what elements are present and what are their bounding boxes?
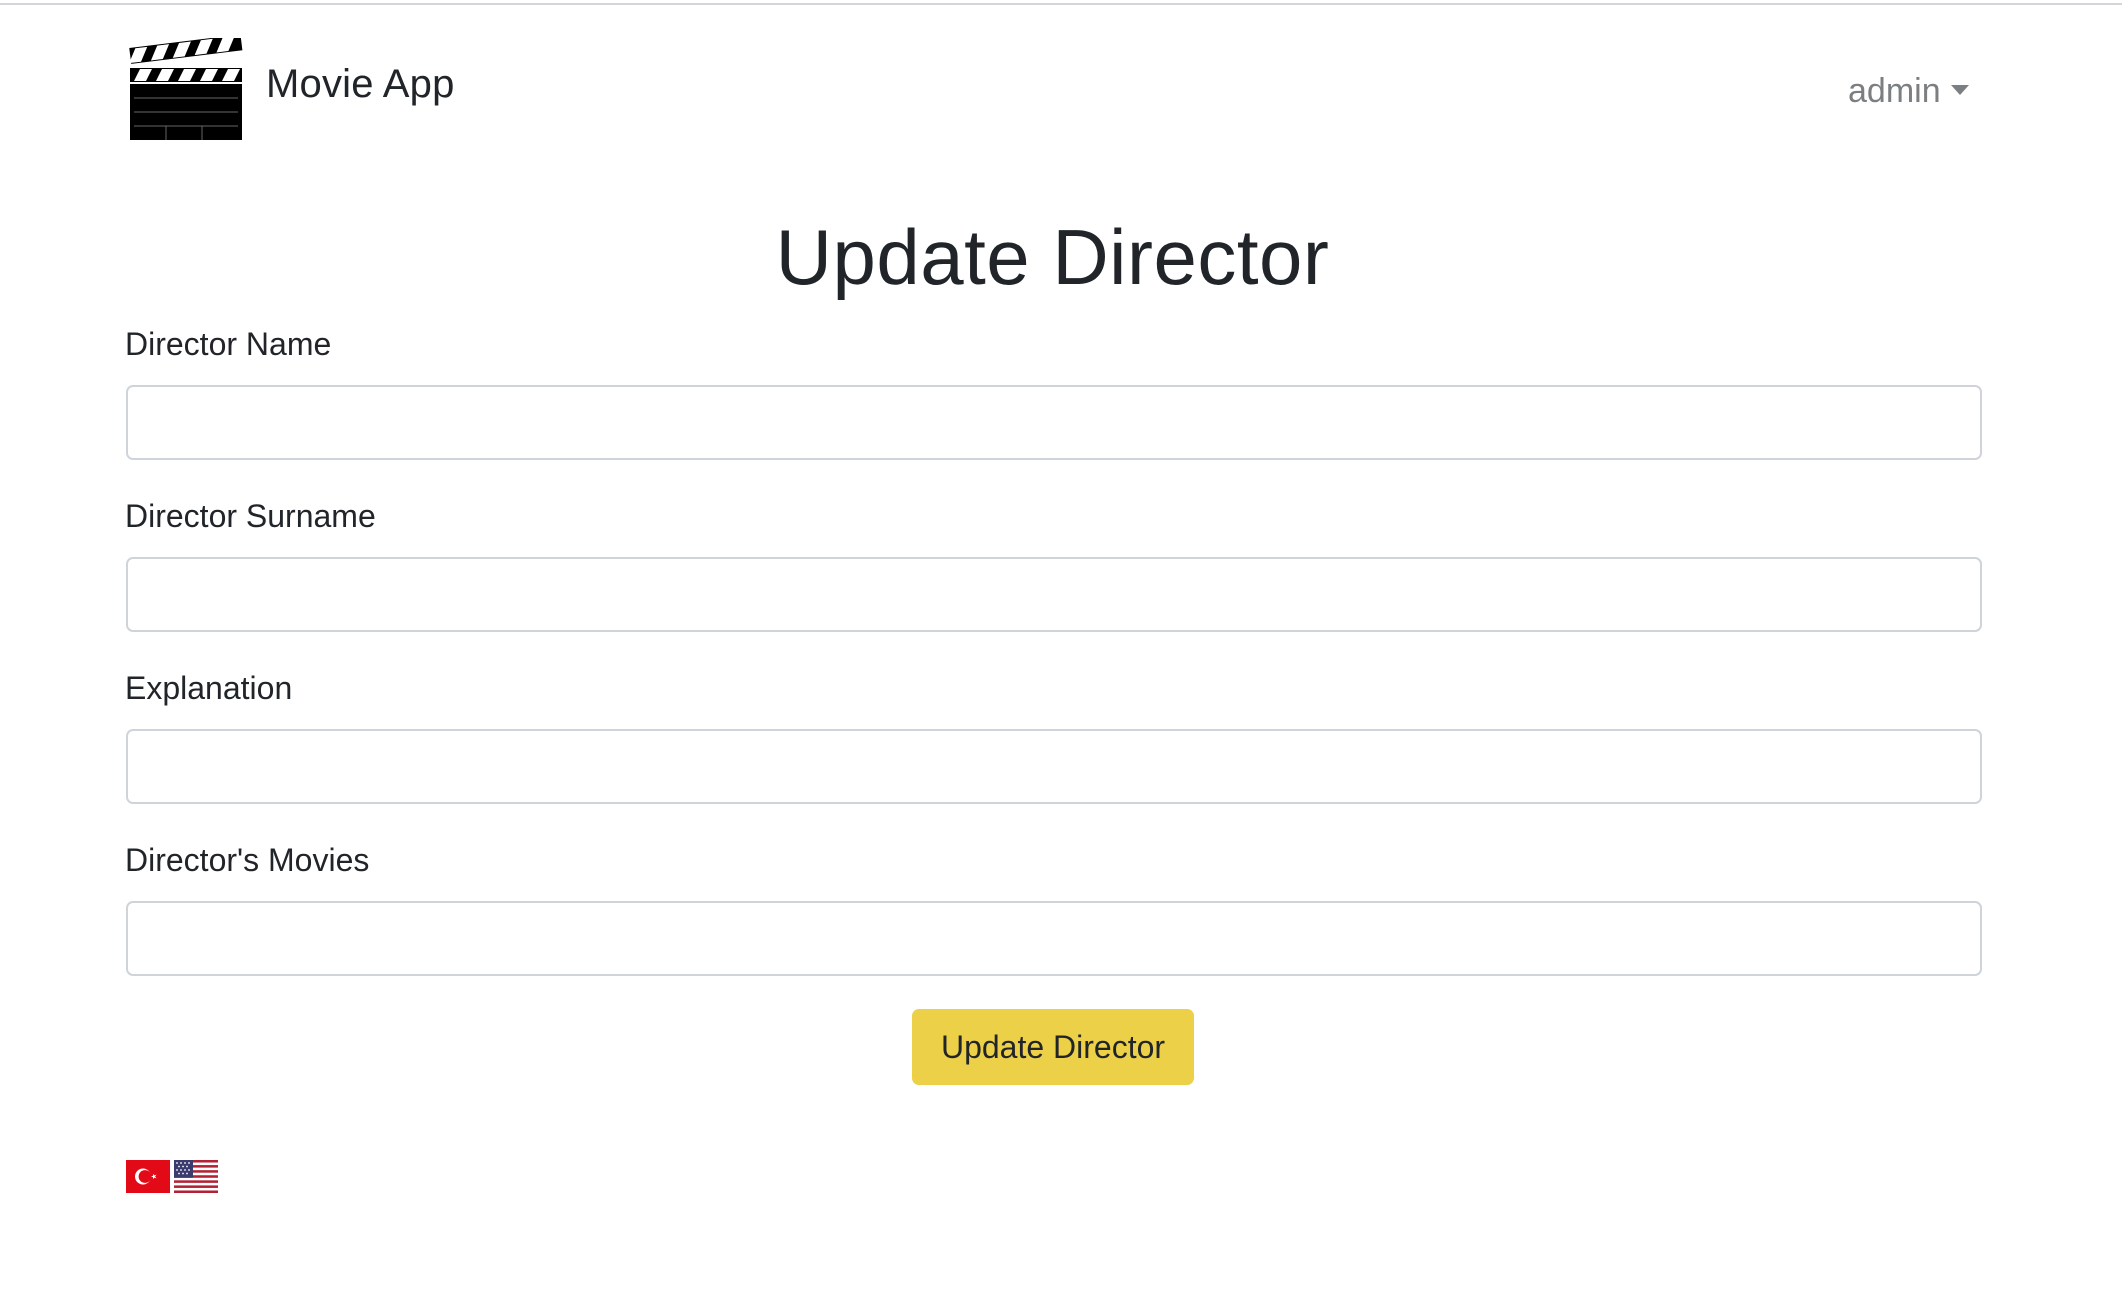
director-surname-label: Director Surname [125,498,376,534]
chevron-down-icon [1950,84,1969,95]
us-flag-icon[interactable] [174,1160,218,1193]
brand-name: Movie App [266,61,455,106]
explanation-input[interactable] [126,729,1982,804]
director-name-input[interactable] [126,385,1982,460]
user-menu-dropdown[interactable]: admin [1848,72,1969,111]
directors-movies-input[interactable] [126,901,1982,976]
top-border [0,0,2122,5]
explanation-label: Explanation [125,670,293,706]
director-name-label: Director Name [125,326,332,362]
navbar-brand[interactable]: Movie App [126,38,455,142]
clapperboard-icon [129,38,243,140]
language-selector [126,1160,218,1193]
director-surname-input[interactable] [126,557,1982,632]
turkey-flag-icon[interactable] [126,1160,170,1193]
directors-movies-label: Director's Movies [125,842,370,878]
user-menu-label: admin [1848,72,1941,110]
page-title: Update Director [775,213,1330,301]
update-director-button[interactable]: Update Director [912,1009,1194,1085]
